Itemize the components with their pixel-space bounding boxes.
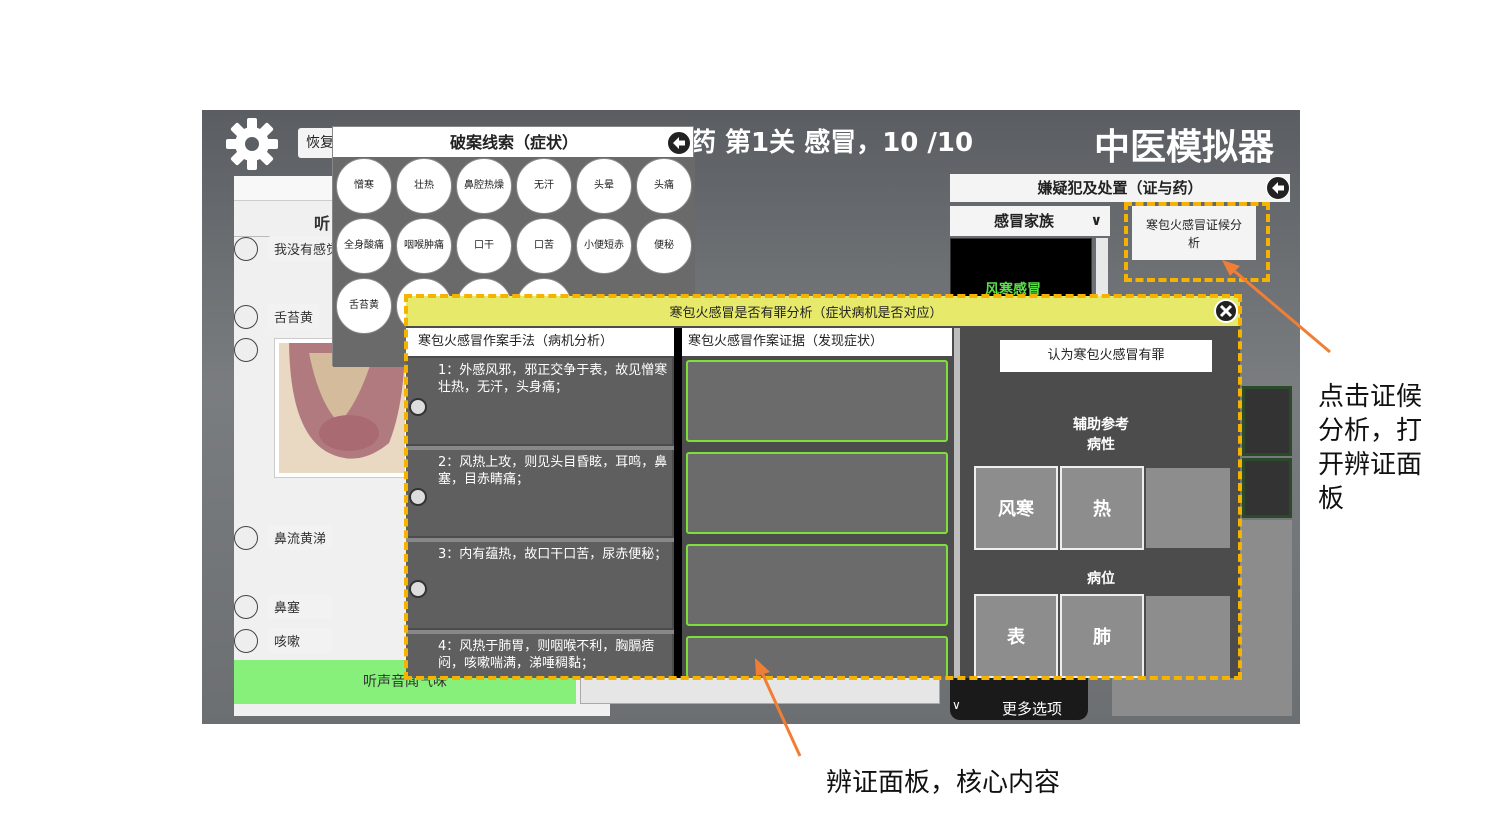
arrow-to-analysis-button [1225,262,1331,354]
arrow-to-analysis-panel [756,663,802,757]
right-annotation-text: 点击证候分析，打开辨证面板 [1318,382,1423,514]
arrow-head-icon [755,658,770,676]
annotation-arrows [755,260,1331,757]
bottom-annotation-text: 辨证面板，核心内容 [826,768,1061,798]
